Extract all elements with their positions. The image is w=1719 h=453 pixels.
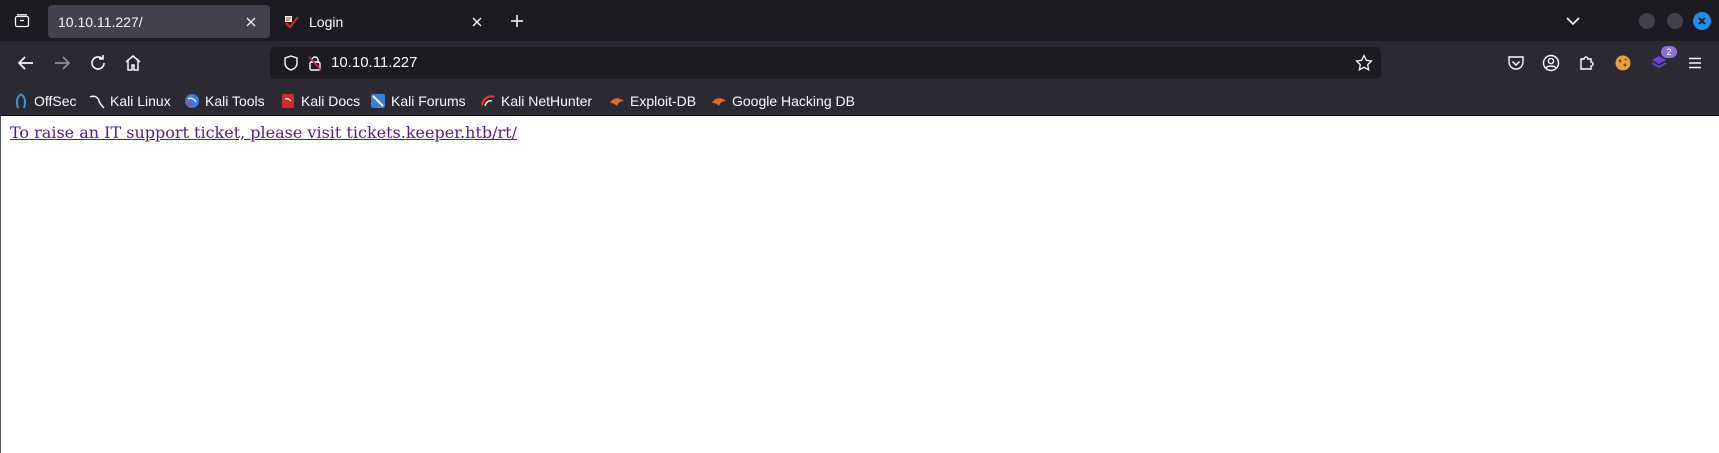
kali-dragon-icon	[89, 93, 105, 109]
bookmark-kali-linux[interactable]: Kali Linux	[89, 90, 171, 112]
pocket-icon	[1508, 56, 1524, 70]
kali-docs-icon	[280, 93, 296, 109]
bookmark-kali-nethunter[interactable]: Kali NetHunter	[480, 90, 592, 112]
bookmark-label: Kali NetHunter	[501, 93, 593, 109]
window-minimize-button[interactable]	[1639, 13, 1655, 29]
tab-active[interactable]: 10.10.11.227/	[48, 5, 270, 38]
reload-icon	[91, 55, 105, 70]
forward-arrow-icon	[55, 56, 71, 70]
url-bar[interactable]: 10.10.11.227	[270, 47, 1381, 79]
kali-nethunter-icon	[480, 93, 496, 109]
rt-favicon-icon	[284, 14, 300, 30]
bookmark-label: Google Hacking DB	[732, 93, 855, 109]
support-ticket-link[interactable]: To raise an IT support ticket, please vi…	[10, 123, 517, 142]
bookmark-label: Kali Linux	[110, 93, 171, 109]
bookmark-kali-tools[interactable]: Kali Tools	[184, 90, 265, 112]
bookmark-offsec[interactable]: OffSec	[13, 90, 77, 112]
navigation-toolbar: 10.10.11.227 2	[0, 41, 1719, 86]
home-icon	[125, 55, 141, 71]
back-arrow-icon	[17, 56, 33, 70]
tab-title: Login	[309, 13, 344, 30]
kali-tools-icon	[184, 93, 200, 109]
kali-forums-icon	[370, 93, 386, 109]
window-maximize-button[interactable]	[1667, 13, 1683, 29]
close-icon[interactable]	[468, 13, 486, 31]
tab-list-icon[interactable]	[9, 9, 35, 33]
bookmark-kali-docs[interactable]: Kali Docs	[280, 90, 360, 112]
bookmark-google-hacking-db[interactable]: Google Hacking DB	[711, 90, 855, 112]
app-menu-button[interactable]	[1683, 51, 1707, 75]
foxyproxy-extension-button[interactable]: 2	[1647, 46, 1677, 75]
exploit-db-icon	[609, 93, 625, 109]
forward-button[interactable]	[49, 50, 75, 76]
cookie-extension-button[interactable]	[1611, 51, 1635, 75]
bookmark-label: Exploit-DB	[630, 93, 697, 109]
window-close-button[interactable]	[1693, 12, 1711, 30]
reload-button[interactable]	[85, 50, 111, 76]
offsec-icon	[13, 93, 29, 109]
list-all-tabs-button[interactable]	[1562, 10, 1584, 32]
chevron-down-icon	[1566, 17, 1580, 26]
bookmark-kali-forums[interactable]: Kali Forums	[370, 90, 466, 112]
bookmark-label: Kali Tools	[205, 93, 265, 109]
browser-window: 10.10.11.227/ Login 10.10.11.227 2 OffSe…	[0, 0, 1719, 453]
bookmarks-toolbar: OffSec Kali Linux Kali Tools Kali Docs K…	[0, 86, 1719, 116]
cookie-icon	[1615, 55, 1631, 71]
extension-badge: 2	[1661, 46, 1677, 58]
star-icon[interactable]	[1355, 53, 1373, 77]
pocket-button[interactable]	[1504, 51, 1528, 75]
close-icon[interactable]	[242, 13, 260, 31]
puzzle-icon	[1580, 56, 1594, 70]
tab-title: 10.10.11.227/	[58, 13, 143, 30]
account-button[interactable]	[1539, 51, 1563, 75]
plus-icon	[511, 15, 523, 27]
insecure-lock-icon[interactable]	[307, 55, 323, 76]
extensions-button[interactable]	[1575, 51, 1599, 75]
bookmark-exploit-db[interactable]: Exploit-DB	[609, 90, 696, 112]
shield-icon[interactable]	[283, 55, 299, 76]
home-button[interactable]	[120, 50, 146, 76]
tab-login[interactable]: Login	[274, 5, 496, 38]
url-text[interactable]: 10.10.11.227	[331, 47, 417, 79]
exploit-db-icon	[711, 93, 727, 109]
tab-strip: 10.10.11.227/ Login	[0, 0, 1719, 41]
page-content: To raise an IT support ticket, please vi…	[0, 116, 1719, 453]
account-icon	[1542, 54, 1560, 72]
hamburger-menu-icon	[1689, 57, 1701, 69]
bookmark-label: OffSec	[34, 93, 77, 109]
bookmark-label: Kali Forums	[391, 93, 466, 109]
bookmark-label: Kali Docs	[301, 93, 361, 109]
new-tab-button[interactable]	[506, 10, 528, 32]
back-button[interactable]	[13, 50, 39, 76]
